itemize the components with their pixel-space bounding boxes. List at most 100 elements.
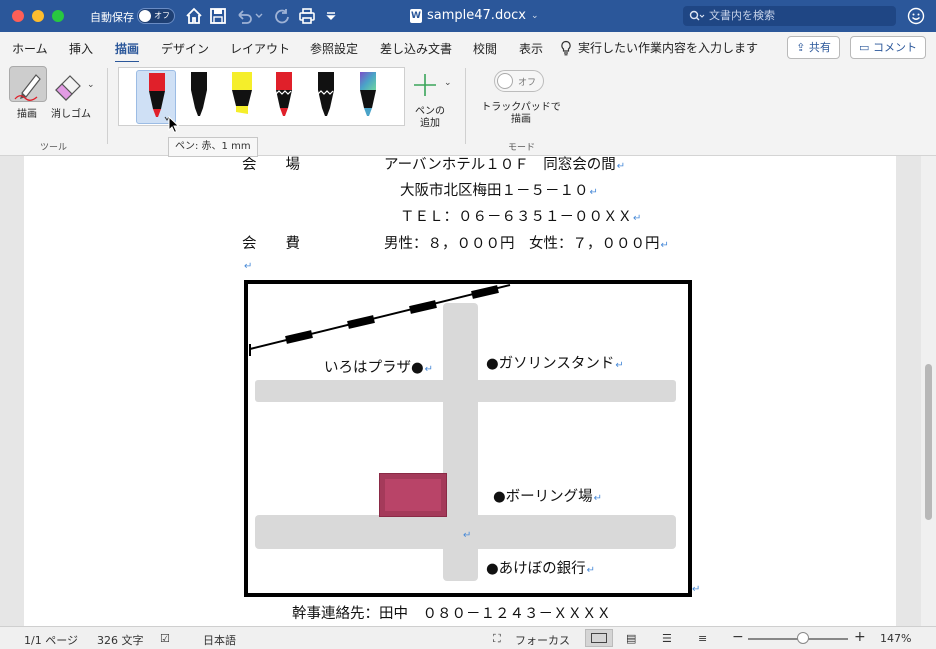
tell-me-search[interactable]: 実行したい作業内容を入力します <box>560 39 758 56</box>
tell-me-text: 実行したい作業内容を入力します <box>578 41 759 55</box>
paragraph-mark-icon: ↵ <box>692 584 701 595</box>
bank-label: ●あけぼの銀行↵ <box>486 561 596 577</box>
word-doc-icon: W <box>410 8 422 23</box>
zoom-slider-handle[interactable] <box>797 632 809 644</box>
focus-mode[interactable]: フォーカス <box>515 632 570 648</box>
proofing-icon[interactable]: ☑ <box>160 632 170 645</box>
share-button[interactable]: ⇪ 共有 <box>787 36 840 59</box>
eraser-icon <box>55 75 81 101</box>
share-icon: ⇪ <box>796 41 806 54</box>
address-line: 大阪市北区梅田１－５－１０↵ <box>400 179 598 200</box>
trackpad-label: トラックパッドで描画 <box>481 102 561 125</box>
add-pen-button[interactable] <box>412 72 440 102</box>
tab-draw[interactable]: 描画 <box>115 40 140 64</box>
tel: ＴＥＬ：０６－６３５１－００ＸＸ <box>400 209 632 225</box>
minimize-window-button[interactable] <box>32 10 44 22</box>
document-area: 会 場 アーバンホテル１０Ｆ 同窓会の間↵ 大阪市北区梅田１－５－１０↵ ＴＥＬ… <box>0 156 936 626</box>
black-pen-slot[interactable] <box>179 70 219 124</box>
document-page[interactable]: 会 場 アーバンホテル１０Ｆ 同窓会の間↵ 大阪市北区梅田１－５－１０↵ ＴＥＬ… <box>24 156 896 626</box>
print-layout-icon <box>591 633 607 643</box>
chevron-down-icon: ⌄ <box>531 10 539 21</box>
tools-group-label: ツール <box>40 143 68 153</box>
divider <box>465 68 466 144</box>
tab-insert[interactable]: 挿入 <box>69 40 93 57</box>
paragraph-mark-icon: ↵ <box>616 161 626 172</box>
search-icon <box>689 10 705 21</box>
chevron-down-icon[interactable]: ⌄ <box>87 80 95 90</box>
zoom-window-button[interactable] <box>52 10 64 22</box>
galaxy-pen-slot[interactable] <box>348 70 388 124</box>
pen-gallery <box>118 67 405 126</box>
tab-references[interactable]: 参照設定 <box>310 40 358 57</box>
document-title[interactable]: W sample47.docx ⌄ <box>410 8 539 23</box>
print-icon[interactable] <box>297 6 317 26</box>
eraser-tool-button[interactable] <box>50 66 88 102</box>
search-input[interactable]: 文書内を検索 <box>683 6 896 26</box>
ribbon-draw: 描画 消しゴム ⌄ ツール ⌄ ペンの追加 オフ トラックパッドで描画 モード <box>0 62 936 156</box>
draw-tool-button[interactable] <box>9 66 47 102</box>
home-icon[interactable] <box>184 6 204 26</box>
language[interactable]: 日本語 <box>203 632 236 648</box>
autosave-toggle[interactable]: オフ <box>137 8 175 24</box>
redo-icon[interactable] <box>272 6 292 26</box>
close-window-button[interactable] <box>12 10 24 22</box>
trackpad-draw-toggle[interactable]: オフ <box>494 70 544 92</box>
bowling-alley-label: ●ボーリング場↵ <box>493 489 603 505</box>
highlighter-icon <box>232 72 252 114</box>
outline-view-icon[interactable]: ☰ <box>662 632 672 645</box>
focus-icon[interactable]: ⛶ <box>493 632 501 646</box>
tab-view[interactable]: 表示 <box>519 40 543 57</box>
web-layout-icon[interactable]: ▤ <box>626 632 636 645</box>
pen-tooltip: ペン: 赤、1 mm <box>168 137 258 157</box>
tab-mailings[interactable]: 差し込み文書 <box>380 40 452 57</box>
venue-value: アーバンホテル１０Ｆ 同窓会の間 <box>384 157 616 173</box>
fee-value-line: 男性：８，０００円 女性：７，０００円↵ <box>384 232 669 253</box>
yellow-highlighter-slot[interactable] <box>222 70 262 124</box>
galaxy-pen-icon <box>360 72 376 116</box>
gas-station-label: ●ガソリンスタンド↵ <box>486 356 624 372</box>
zoom-in-button[interactable]: + <box>854 629 866 645</box>
save-icon[interactable] <box>208 6 228 26</box>
paragraph-mark-icon: ↵ <box>660 240 669 251</box>
scrollbar-thumb[interactable] <box>925 364 932 520</box>
undo-icon[interactable] <box>234 6 263 26</box>
divider <box>107 68 108 144</box>
tab-home[interactable]: ホーム <box>12 40 48 57</box>
add-pen-label: ペンの追加 <box>415 106 445 129</box>
ribbon-tabs: ホーム 挿入 描画 デザイン レイアウト 参照設定 差し込み文書 校閲 表示 実… <box>0 32 936 64</box>
contact-line: 幹事連絡先：田中 ０８０－１２４３－ＸＸＸＸ <box>292 606 611 622</box>
word-count[interactable]: 326 文字 <box>97 632 144 648</box>
paragraph-mark-icon: ↵ <box>589 187 598 198</box>
zoom-level[interactable]: 147% <box>880 632 911 645</box>
red-pencil-slot[interactable] <box>264 70 304 124</box>
comments-label: コメント <box>872 41 917 54</box>
access-map[interactable]: いろはプラザ●↵ ●ガソリンスタンド↵ ●ボーリング場↵ ↵ ●あけぼの銀行↵ <box>244 280 692 597</box>
draft-view-icon[interactable]: ≡ <box>698 632 707 645</box>
bowling-building-marker <box>379 473 447 517</box>
tab-layout[interactable]: レイアウト <box>230 40 290 57</box>
mouse-pointer-icon <box>168 115 180 138</box>
fee-label: 会 費 <box>242 236 300 252</box>
title-bar: 自動保存 オフ W sample47.docx ⌄ 文書内を検索 <box>0 0 936 32</box>
toggle-knob <box>497 73 513 89</box>
venue-value-line: アーバンホテル１０Ｆ 同窓会の間↵ <box>384 156 625 174</box>
mode-group-label: モード <box>508 143 536 153</box>
zoom-out-button[interactable]: − <box>732 629 744 645</box>
chevron-down-icon[interactable]: ⌄ <box>444 78 452 88</box>
plus-icon <box>414 74 436 96</box>
pen-draw-icon <box>14 74 41 101</box>
smiley-feedback-icon[interactable] <box>907 7 925 29</box>
tab-design[interactable]: デザイン <box>161 40 209 57</box>
black-pencil-slot[interactable] <box>306 70 346 124</box>
paragraph-mark-icon: ↵ <box>463 530 472 541</box>
tab-review[interactable]: 校閲 <box>473 40 497 57</box>
toggle-knob <box>139 10 151 22</box>
page-count[interactable]: 1/1 ページ <box>24 632 78 648</box>
comment-icon: ▭ <box>859 41 870 54</box>
customize-toolbar-icon[interactable] <box>324 6 344 26</box>
comments-button[interactable]: ▭ コメント <box>850 36 926 59</box>
vertical-scrollbar[interactable] <box>921 156 936 626</box>
eraser-tool-label: 消しゴム <box>51 109 91 120</box>
paragraph-mark-icon: ↵ <box>633 213 642 224</box>
black-pen-icon <box>191 72 207 116</box>
